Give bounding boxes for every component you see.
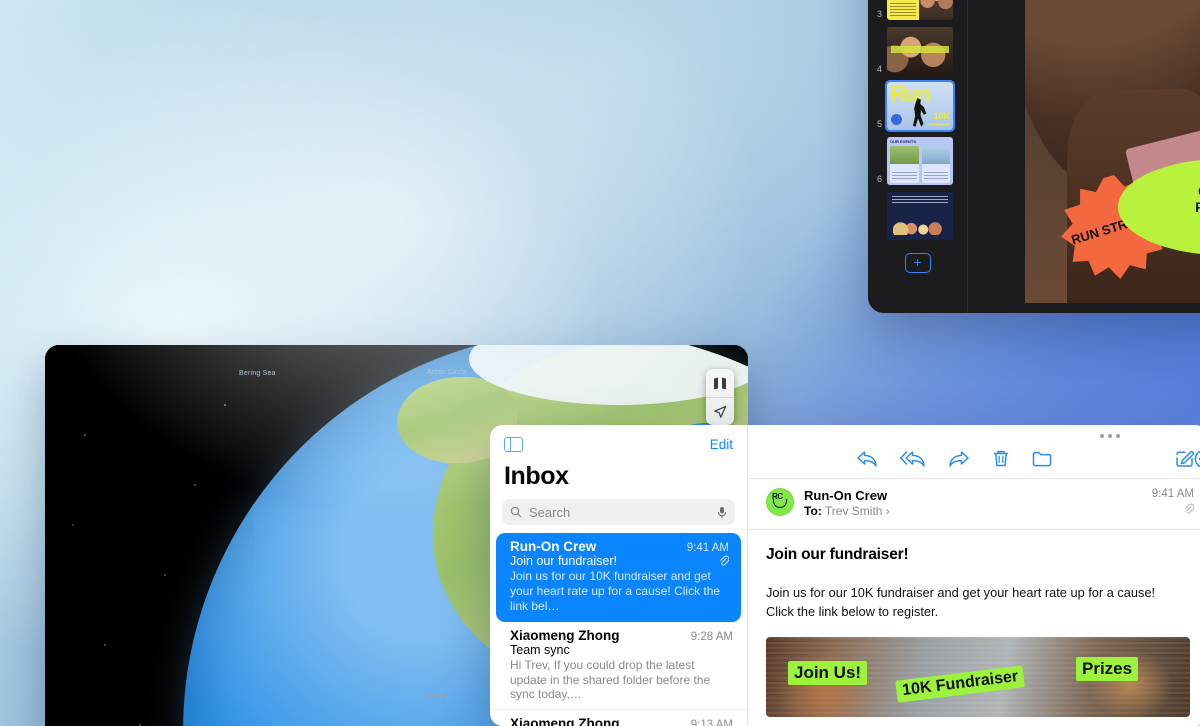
thumb-10k-label: 10K <box>933 111 950 121</box>
thumb-caption-bar <box>891 46 949 53</box>
forward-icon[interactable] <box>948 450 970 468</box>
search-icon <box>510 506 522 518</box>
desktop: 3 COMMUNITY 4 5 R <box>0 0 1200 726</box>
message-time: 9:41 AM <box>686 542 729 554</box>
reply-all-icon[interactable] <box>900 450 926 468</box>
message-text-line1: Join us for our 10K fundraiser and get y… <box>766 585 1156 600</box>
thumb-left-panel: COMMUNITY <box>887 0 919 20</box>
map-controls[interactable] <box>706 369 734 425</box>
more-icon[interactable] <box>1194 449 1200 469</box>
table-row[interactable]: Run-On Crew 9:41 AM Join our fundraiser!… <box>496 533 741 622</box>
folder-icon[interactable] <box>1032 450 1052 467</box>
slide-number: 6 <box>876 174 882 184</box>
slide-canvas[interactable]: RU O RUN STRONG COMMUNITY FUNDRAISER 10K… <box>1025 0 1200 303</box>
edit-button[interactable]: Edit <box>710 437 733 452</box>
avatar: RC <box>766 488 794 516</box>
slide-number: 5 <box>876 119 882 129</box>
table-row[interactable]: Xiaomeng Zhong 9:13 AM Friday meeting <box>490 710 747 726</box>
message-sender: Xiaomeng Zhong <box>510 627 620 643</box>
message-time: 9:13 AM <box>690 719 733 726</box>
slide-thumbnail-photo[interactable] <box>887 27 953 75</box>
message-text: Join us for our 10K fundraiser and get y… <box>766 584 1190 621</box>
thumb-events-label: OUR EVENTS <box>890 139 917 144</box>
slide-thumbnail-row[interactable]: 3 COMMUNITY <box>868 0 967 27</box>
slide-thumbnail-row[interactable]: 4 <box>868 27 967 82</box>
page-title: Inbox <box>504 462 569 490</box>
message-subject: Join our fundraiser! <box>510 554 618 568</box>
slide-thumbnail-events[interactable]: OUR EVENTS <box>887 137 953 185</box>
message-body: Join our fundraiser! Join us for our 10K… <box>748 530 1200 621</box>
map-label-bering-sea: Bering Sea <box>239 370 276 377</box>
message-banner-image: Join Us! 10K Fundraiser Prizes <box>766 637 1190 718</box>
microphone-icon[interactable] <box>717 506 727 519</box>
location-arrow-icon[interactable] <box>706 397 734 425</box>
slide-thumbnail-row[interactable]: 6 OUR EVENTS <box>868 137 967 192</box>
slide-number: 4 <box>876 64 882 74</box>
map-style-icon[interactable] <box>706 369 734 397</box>
add-slide-button[interactable]: + <box>904 253 931 273</box>
poster-blob-line2: FUNDRAISER <box>1195 198 1200 215</box>
slide-number <box>874 239 882 240</box>
thumb-logo-badge <box>891 114 902 125</box>
mail-window-drag-handle[interactable] <box>1100 434 1120 438</box>
message-preview: Hi Trev, If you could drop the latest up… <box>510 657 711 702</box>
slide-thumbnail-row[interactable] <box>868 192 967 247</box>
detail-sender: Run-On Crew <box>804 488 888 503</box>
search-placeholder: Search <box>529 504 571 520</box>
poster-artwork: RU O RUN STRONG COMMUNITY FUNDRAISER 10K… <box>1025 0 1200 303</box>
slide-thumbnail-run-selected[interactable]: Run 10K FUNDRAISER <box>885 80 955 132</box>
message-text-line2: Click the link below to register. <box>766 603 939 619</box>
message-sender: Xiaomeng Zhong <box>510 716 620 726</box>
banner-tag-fundraiser: 10K Fundraiser <box>895 665 1026 703</box>
sidebar-toggle-icon[interactable] <box>504 437 523 452</box>
thumb-card <box>921 146 950 183</box>
thumb-people-photo <box>893 219 947 235</box>
banner-tag-join-us: Join Us! <box>788 661 868 686</box>
slide-thumbnail-row[interactable]: 5 Run 10K FUNDRAISER <box>868 80 967 137</box>
table-row[interactable]: Xiaomeng Zhong 9:28 AM Team sync Hi Trev… <box>490 622 747 711</box>
thumb-sub-label: FUNDRAISER <box>927 123 950 127</box>
thumb-photo <box>918 0 953 20</box>
compose-icon[interactable] <box>1175 449 1194 468</box>
thumb-card <box>890 146 919 183</box>
map-label-arctic-circle-2: Arctic Circle <box>427 369 467 376</box>
poster-design-window[interactable]: 3 COMMUNITY 4 5 R <box>868 0 1200 313</box>
detail-time: 9:41 AM <box>1151 488 1194 500</box>
paperclip-icon <box>720 555 729 566</box>
message-time: 9:28 AM <box>690 630 733 643</box>
slide-thumbnail-quote[interactable] <box>887 192 953 240</box>
banner-tag-prizes: Prizes <box>1076 657 1139 682</box>
thumb-quote-lines <box>892 196 948 203</box>
thumb-run-word: Run <box>890 82 931 106</box>
detail-to-label: To: <box>804 504 822 518</box>
search-input[interactable]: Search <box>502 499 735 525</box>
slide-number: 3 <box>876 9 882 19</box>
thumb-text-lines <box>890 3 916 17</box>
detail-recipient[interactable]: To: Trev Smith › <box>804 504 1142 518</box>
chevron-right-icon: › <box>885 504 890 518</box>
paperclip-icon <box>1185 503 1195 514</box>
mail-list-header: Edit <box>490 425 747 452</box>
mail-detail-pane[interactable]: RC Run-On Crew To: Trev Smith › 9:41 AM <box>748 425 1200 726</box>
mail-window[interactable]: Edit Inbox Search Run-On Crew 9:41 AM Jo… <box>490 425 1200 726</box>
reply-icon[interactable] <box>856 450 878 468</box>
mail-message-list[interactable]: Edit Inbox Search Run-On Crew 9:41 AM Jo… <box>490 425 748 726</box>
detail-to-name: Trev Smith <box>824 504 883 518</box>
message-subject-heading: Join our fundraiser! <box>766 546 909 563</box>
smile-icon <box>773 499 787 508</box>
message-sender: Run-On Crew <box>510 539 597 554</box>
slide-thumbnail-community[interactable]: COMMUNITY <box>887 0 953 20</box>
mail-toolbar[interactable] <box>748 425 1200 478</box>
trash-icon[interactable] <box>992 449 1010 468</box>
message-header: RC Run-On Crew To: Trev Smith › 9:41 AM <box>748 478 1200 530</box>
message-subject: Team sync <box>510 642 570 657</box>
message-preview: Join us for our 10K fundraiser and get y… <box>510 569 721 613</box>
slide-navigator[interactable]: 3 COMMUNITY 4 5 R <box>868 0 968 313</box>
maps-window-drag-handle[interactable] <box>426 694 446 698</box>
thumb-card-grid <box>890 146 950 183</box>
